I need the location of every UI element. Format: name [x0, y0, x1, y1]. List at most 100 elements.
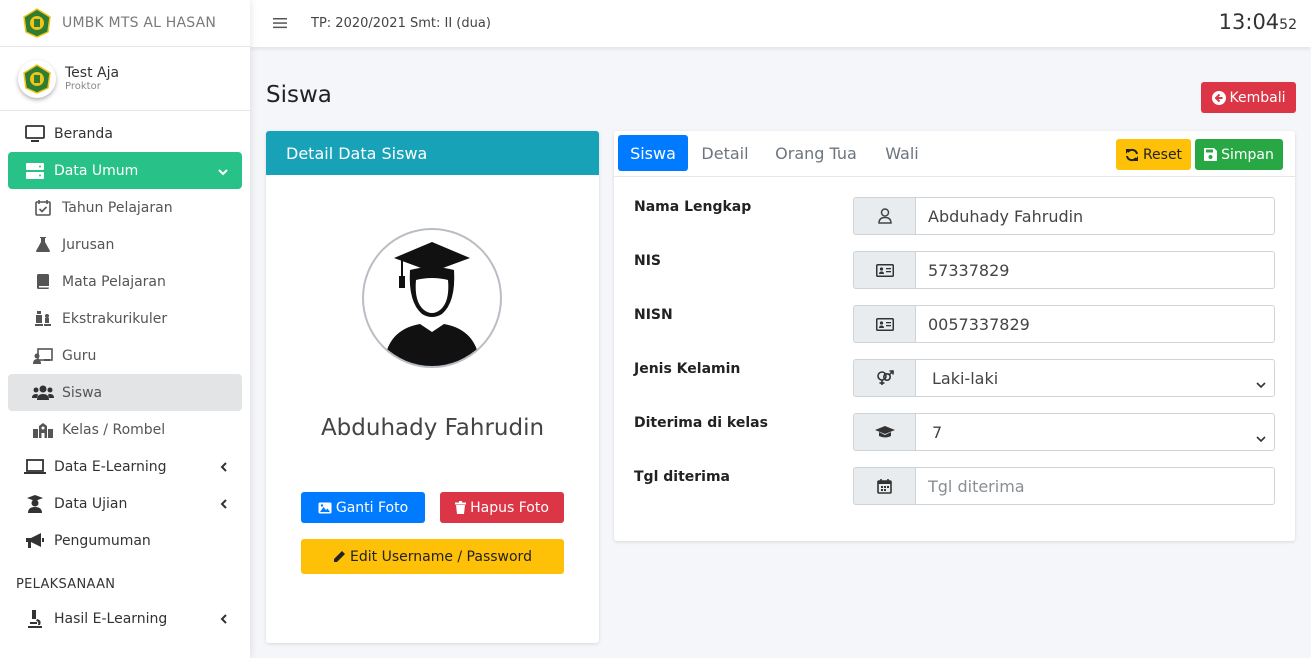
sync-icon: [1125, 148, 1139, 162]
jenis-kelamin-field: Laki-laki: [853, 359, 1275, 397]
field-label: Tgl diterima: [634, 469, 730, 485]
nis-field: 57337829: [853, 251, 1275, 289]
id-card-icon: [853, 305, 915, 343]
flask-icon: [32, 235, 54, 255]
reset-button[interactable]: Reset: [1116, 139, 1191, 170]
chevron-left-icon: [220, 612, 228, 628]
nis-input[interactable]: 57337829: [915, 251, 1275, 289]
tab-siswa[interactable]: Siswa: [618, 135, 688, 171]
chevron-down-icon: [1256, 428, 1266, 447]
form-row-nis: NIS 57337829: [614, 251, 1295, 289]
tab-wali[interactable]: Wali: [876, 135, 928, 171]
form-row-diterima-kelas: Diterima di kelas 7: [614, 413, 1295, 451]
brand-name: UMBK MTS AL HASAN: [62, 15, 217, 31]
delete-photo-button[interactable]: Hapus Foto: [440, 492, 564, 523]
kemenag-logo-icon: [23, 8, 51, 38]
sidebar-item-kelas-rombel[interactable]: Kelas / Rombel: [8, 411, 242, 448]
chess-icon: [32, 309, 54, 329]
laptop-icon: [24, 457, 46, 477]
sidebar-item-label: Data E-Learning: [54, 458, 167, 475]
arrow-circle-left-icon: [1211, 90, 1226, 105]
user-name: Test Aja: [65, 65, 120, 81]
sidebar-item-label: Mata Pelajaran: [62, 273, 166, 290]
tab-bar: Siswa Detail Orang Tua Wali Reset Simpan: [614, 131, 1295, 177]
graduation-cap-icon: [853, 413, 915, 451]
chalkboard-teacher-icon: [32, 346, 54, 366]
tgl-diterima-field: Tgl diterima: [853, 467, 1275, 505]
pencil-icon: [333, 550, 346, 563]
sidebar-item-data-umum[interactable]: Data Umum: [8, 152, 242, 189]
sidebar: UMBK MTS AL HASAN Test Aja Proktor Beran…: [0, 0, 250, 658]
select-value: Laki-laki: [932, 368, 999, 388]
academic-period-text: TP: 2020/2021 Smt: II (dua): [311, 16, 491, 31]
user-panel[interactable]: Test Aja Proktor: [0, 47, 250, 111]
field-label: NIS: [634, 253, 662, 269]
page-title: Siswa: [266, 82, 332, 108]
form-row-jenis-kelamin: Jenis Kelamin Laki-laki: [614, 359, 1295, 397]
users-icon: [32, 383, 54, 403]
save-label: Simpan: [1221, 146, 1274, 163]
nama-lengkap-field: Abduhady Fahrudin: [853, 197, 1275, 235]
sidebar-item-tahun-pelajaran[interactable]: Tahun Pelajaran: [8, 189, 242, 226]
student-photo: [362, 228, 502, 368]
tab-orang-tua[interactable]: Orang Tua: [766, 135, 866, 171]
change-photo-button[interactable]: Ganti Foto: [301, 492, 425, 523]
jenis-kelamin-select[interactable]: Laki-laki: [915, 359, 1275, 397]
tgl-diterima-input[interactable]: Tgl diterima: [915, 467, 1275, 505]
sidebar-item-data-e-learning[interactable]: Data E-Learning: [8, 448, 242, 485]
sidebar-item-label: Kelas / Rombel: [62, 421, 166, 438]
image-icon: [318, 502, 332, 514]
edit-credentials-button[interactable]: Edit Username / Password: [301, 539, 564, 574]
chevron-left-icon: [220, 497, 228, 513]
nama-lengkap-input[interactable]: Abduhady Fahrudin: [915, 197, 1275, 235]
sidebar-item-pengumuman[interactable]: Pengumuman: [8, 522, 242, 559]
diterima-kelas-field: 7: [853, 413, 1275, 451]
clock-hours-minutes: 13:04: [1218, 10, 1280, 34]
monitor-icon: [24, 124, 46, 144]
form-row-nisn: NISN 0057337829: [614, 305, 1295, 343]
sidebar-item-jurusan[interactable]: Jurusan: [8, 226, 242, 263]
sidebar-item-siswa[interactable]: Siswa: [8, 374, 242, 411]
diterima-kelas-select[interactable]: 7: [915, 413, 1275, 451]
sidebar-section-header: PELAKSANAAN: [16, 577, 116, 592]
sidebar-nav-pelaksanaan: Hasil E-Learning: [0, 600, 250, 637]
sidebar-item-label: Jurusan: [62, 236, 115, 253]
trash-icon: [455, 501, 467, 514]
clock-seconds: 52: [1279, 17, 1297, 33]
form-row-tgl-diterima: Tgl diterima Tgl diterima: [614, 467, 1295, 505]
venus-mars-icon: [853, 359, 915, 397]
field-label: Jenis Kelamin: [634, 361, 741, 377]
back-button-label: Kembali: [1229, 89, 1286, 106]
sidebar-item-guru[interactable]: Guru: [8, 337, 242, 374]
avatar: [18, 59, 56, 98]
sidebar-item-label: Ekstrakurikuler: [62, 310, 168, 327]
hamburger-menu-icon[interactable]: [273, 14, 287, 33]
student-detail-card: Detail Data Siswa Abduhady Fahrudin Gant…: [266, 131, 599, 643]
sidebar-item-label: Tahun Pelajaran: [62, 199, 173, 216]
sidebar-item-label: Data Umum: [54, 162, 139, 179]
sidebar-item-data-ujian[interactable]: Data Ujian: [8, 485, 242, 522]
top-navbar: TP: 2020/2021 Smt: II (dua) 13:0452: [250, 0, 1311, 47]
sidebar-item-beranda[interactable]: Beranda: [8, 115, 242, 152]
save-button[interactable]: Simpan: [1195, 139, 1283, 170]
nisn-input[interactable]: 0057337829: [915, 305, 1275, 343]
student-name: Abduhady Fahrudin: [320, 415, 545, 441]
book-icon: [32, 272, 54, 292]
back-button[interactable]: Kembali: [1201, 82, 1296, 113]
sidebar-nav: Beranda Data Umum Tahun Pelajaran Jurusa…: [0, 115, 250, 559]
nisn-field: 0057337829: [853, 305, 1275, 343]
field-label: Diterima di kelas: [634, 415, 768, 431]
sidebar-item-label: Siswa: [62, 384, 103, 401]
kemenag-logo-icon: [23, 63, 51, 94]
sidebar-item-ekstrakurikuler[interactable]: Ekstrakurikuler: [8, 300, 242, 337]
clock: 13:0452: [1219, 10, 1297, 34]
sidebar-item-mata-pelajaran[interactable]: Mata Pelajaran: [8, 263, 242, 300]
sidebar-item-label: Guru: [62, 347, 97, 364]
tab-detail[interactable]: Detail: [694, 135, 756, 171]
sidebar-item-hasil-e-learning[interactable]: Hasil E-Learning: [8, 600, 242, 637]
brand[interactable]: UMBK MTS AL HASAN: [0, 0, 250, 47]
server-icon: [24, 161, 46, 181]
field-label: NISN: [634, 307, 673, 323]
graduate-avatar-icon: [384, 242, 480, 366]
id-card-icon: [853, 251, 915, 289]
